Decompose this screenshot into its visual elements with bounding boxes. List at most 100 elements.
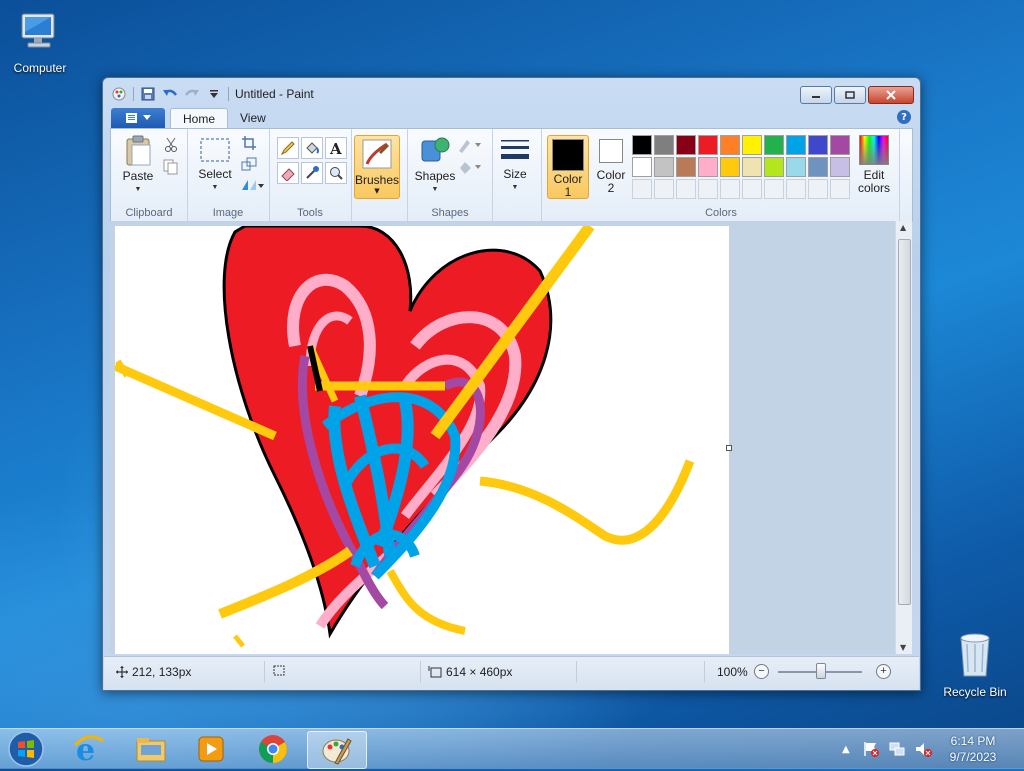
brushes-button[interactable]: Brushes ▼	[354, 135, 400, 199]
close-icon	[886, 90, 896, 100]
palette-swatch[interactable]	[786, 157, 806, 177]
color1-button[interactable]: Color 1	[547, 135, 589, 199]
resize-icon[interactable]	[239, 154, 259, 174]
select-button[interactable]: Select ▼	[195, 135, 235, 194]
svg-text:A: A	[329, 140, 342, 156]
clipboard-group: Paste ▼ Clipboard	[111, 129, 188, 221]
taskbar-internet-explorer[interactable]: e	[60, 731, 118, 767]
color-picker-tool[interactable]	[301, 162, 323, 184]
taskbar-chrome[interactable]	[244, 731, 302, 767]
system-clock[interactable]: 6:14 PM 9/7/2023	[938, 733, 1008, 765]
minimize-button[interactable]	[800, 86, 832, 104]
ribbon-tabs: Home View ?	[110, 107, 913, 129]
undo-icon[interactable]	[162, 86, 178, 102]
palette-swatch[interactable]	[676, 157, 696, 177]
palette-swatch[interactable]	[654, 135, 674, 155]
crop-icon[interactable]	[239, 133, 259, 153]
fill-tool[interactable]	[301, 137, 323, 159]
close-button[interactable]	[868, 86, 914, 104]
custom-color-slot[interactable]	[742, 179, 762, 199]
copy-icon[interactable]	[161, 157, 181, 177]
title-bar[interactable]: Untitled - Paint	[103, 78, 920, 108]
color2-button[interactable]: Color 2	[591, 136, 631, 195]
palette-swatch[interactable]	[786, 135, 806, 155]
outline-icon[interactable]	[456, 135, 482, 155]
window-title: Untitled - Paint	[235, 87, 314, 101]
desktop-icon-computer[interactable]: Computer	[0, 8, 80, 75]
customize-dropdown-icon[interactable]	[206, 86, 222, 102]
palette-swatch[interactable]	[720, 157, 740, 177]
palette-swatch[interactable]	[654, 157, 674, 177]
desktop-icon-recycle-bin[interactable]: Recycle Bin	[935, 630, 1015, 699]
palette-swatch[interactable]	[742, 135, 762, 155]
custom-color-slot[interactable]	[676, 179, 696, 199]
palette-swatch[interactable]	[742, 157, 762, 177]
size-button[interactable]: Size ▼	[497, 135, 533, 194]
custom-color-slot[interactable]	[764, 179, 784, 199]
palette-swatch[interactable]	[808, 157, 828, 177]
save-icon[interactable]	[140, 86, 156, 102]
palette-swatch[interactable]	[830, 135, 850, 155]
paint-menu-icon[interactable]	[111, 86, 127, 102]
chevron-down-icon	[143, 115, 151, 120]
palette-swatch[interactable]	[698, 135, 718, 155]
minimize-icon	[812, 96, 820, 98]
scroll-down-icon[interactable]: ▼	[900, 643, 906, 652]
palette-swatch[interactable]	[720, 135, 740, 155]
tab-home[interactable]: Home	[170, 108, 229, 129]
palette-swatch[interactable]	[632, 135, 652, 155]
taskbar-media-player[interactable]	[182, 731, 240, 767]
line-size-icon	[501, 140, 529, 159]
media-player-icon	[198, 736, 224, 762]
paste-button[interactable]: Paste ▼	[117, 135, 159, 196]
text-tool[interactable]: A	[325, 137, 347, 159]
palette-swatch[interactable]	[676, 135, 696, 155]
scroll-thumb[interactable]	[898, 239, 911, 605]
action-center-flag-icon[interactable]	[862, 740, 880, 758]
zoom-slider-thumb[interactable]	[816, 663, 826, 679]
custom-color-slot[interactable]	[654, 179, 674, 199]
taskbar-paint[interactable]	[307, 731, 367, 769]
custom-color-slot[interactable]	[830, 179, 850, 199]
maximize-button[interactable]	[834, 86, 866, 104]
fill-shape-icon[interactable]	[456, 157, 482, 177]
palette-swatch[interactable]	[698, 157, 718, 177]
palette-swatch[interactable]	[764, 157, 784, 177]
zoom-out-button[interactable]: −	[754, 664, 769, 679]
taskbar-file-explorer[interactable]	[122, 731, 180, 767]
document-menu-icon	[126, 113, 137, 123]
palette-swatch[interactable]	[830, 157, 850, 177]
scroll-up-icon[interactable]: ▲	[900, 223, 906, 232]
zoom-level: 100%	[717, 665, 748, 679]
eraser-tool[interactable]	[277, 162, 299, 184]
edit-colors-button[interactable]: Edit colors	[853, 135, 895, 195]
magnifier-tool[interactable]	[325, 162, 347, 184]
start-orb	[8, 731, 44, 767]
custom-color-slot[interactable]	[698, 179, 718, 199]
size-label: Size	[503, 167, 527, 181]
network-icon[interactable]	[888, 740, 906, 758]
custom-color-slot[interactable]	[786, 179, 806, 199]
start-button[interactable]	[6, 730, 46, 768]
custom-color-slot[interactable]	[632, 179, 652, 199]
custom-color-slot[interactable]	[808, 179, 828, 199]
palette-swatch[interactable]	[808, 135, 828, 155]
rotate-icon[interactable]	[239, 175, 265, 195]
redo-icon[interactable]	[184, 86, 200, 102]
help-icon[interactable]: ?	[897, 110, 911, 124]
palette-swatch[interactable]	[764, 135, 784, 155]
palette-swatch[interactable]	[632, 157, 652, 177]
paint-button[interactable]	[111, 108, 165, 128]
custom-color-slot[interactable]	[720, 179, 740, 199]
tab-view[interactable]: View	[228, 108, 278, 128]
pencil-tool[interactable]	[277, 137, 299, 159]
shapes-button[interactable]: Shapes ▼	[412, 135, 458, 196]
volume-muted-icon[interactable]	[914, 740, 932, 758]
cut-icon[interactable]	[161, 135, 181, 155]
resize-handle-right[interactable]	[726, 445, 732, 451]
vertical-scrollbar[interactable]: ▲ ▼	[895, 221, 912, 654]
paste-icon	[126, 135, 151, 166]
show-hidden-icons-icon[interactable]: ▲	[842, 744, 850, 755]
zoom-in-button[interactable]: +	[876, 664, 891, 679]
drawing-canvas[interactable]	[113, 222, 729, 654]
